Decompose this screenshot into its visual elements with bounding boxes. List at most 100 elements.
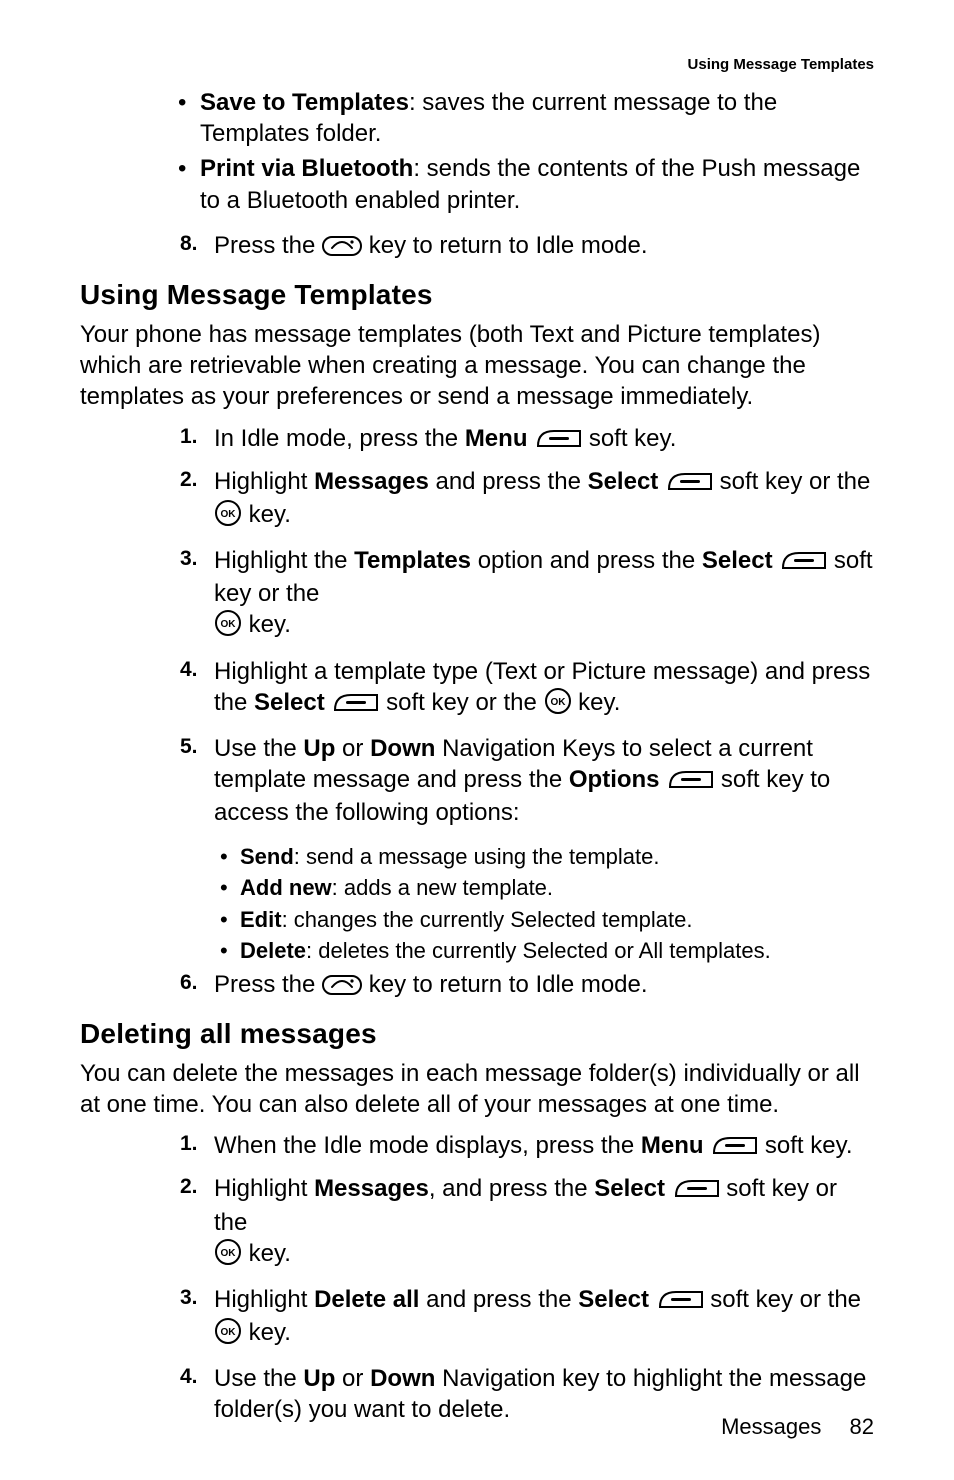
bold: Select	[702, 547, 773, 574]
text: Highlight the	[214, 547, 354, 574]
bullet-bold: Save to Templates	[200, 89, 409, 116]
step-1: When the Idle mode displays, press the M…	[180, 1130, 874, 1163]
text: Press the	[214, 971, 322, 998]
page-footer: Messages 82	[721, 1414, 874, 1440]
text: : adds a new template.	[332, 875, 553, 900]
bullet-save-to-templates: Save to Templates: saves the current mes…	[200, 87, 874, 149]
text: Highlight	[214, 1175, 314, 1202]
ok-key-icon	[214, 1317, 242, 1353]
page: Using Message Templates Save to Template…	[0, 0, 954, 1480]
bullet-bold: Print via Bluetooth	[200, 155, 413, 182]
text: : changes the currently Selected templat…	[282, 907, 693, 932]
bold: Delete all	[314, 1286, 419, 1313]
footer-chapter: Messages	[721, 1414, 821, 1439]
bold: Messages	[314, 468, 429, 495]
step-8: Press the key to return to Idle mode.	[180, 230, 874, 265]
text: key.	[572, 689, 621, 716]
bold: Select	[254, 689, 325, 716]
step-2: Highlight Messages, and press the Select…	[180, 1173, 874, 1274]
end-key-icon	[322, 970, 362, 1004]
deleting-steps: When the Idle mode displays, press the M…	[80, 1130, 874, 1426]
text: and press the	[429, 468, 588, 495]
softkey-icon	[665, 468, 713, 499]
step-3: Highlight the Templates option and press…	[180, 545, 874, 646]
ok-key-icon	[214, 1238, 242, 1274]
bold: Add new	[240, 875, 332, 900]
option-add-new: Add new: adds a new template.	[240, 874, 874, 902]
step-3: Highlight Delete all and press the Selec…	[180, 1284, 874, 1353]
bullet-print-via-bluetooth: Print via Bluetooth: sends the contents …	[200, 153, 874, 215]
text: key to return to Idle mode.	[369, 971, 648, 998]
text: key.	[242, 1240, 291, 1267]
text: , and press the	[429, 1175, 594, 1202]
text: soft key.	[758, 1132, 852, 1159]
top-bullets: Save to Templates: saves the current mes…	[80, 87, 874, 216]
section-intro-deleting: You can delete the messages in each mess…	[80, 1058, 874, 1120]
text: : send a message using the template.	[294, 844, 660, 869]
bold: Up	[303, 735, 335, 762]
ok-key-icon	[214, 609, 242, 645]
text: soft key.	[582, 425, 676, 452]
text: Use the	[214, 1365, 303, 1392]
bold: Templates	[354, 547, 471, 574]
end-key-icon	[322, 231, 362, 265]
text: and press the	[419, 1286, 578, 1313]
text: In Idle mode, press the	[214, 425, 465, 452]
text: When the Idle mode displays, press the	[214, 1132, 641, 1159]
step-2: Highlight Messages and press the Select …	[180, 466, 874, 535]
step-5-options: Send: send a message using the template.…	[80, 843, 874, 965]
bold: Select	[594, 1175, 665, 1202]
footer-page-number: 82	[850, 1414, 874, 1439]
text: soft key or the	[379, 689, 543, 716]
text: Press the	[214, 232, 322, 259]
bold: Menu	[641, 1132, 704, 1159]
bold: Select	[578, 1286, 649, 1313]
ok-key-icon	[544, 687, 572, 723]
bold: Down	[370, 1365, 435, 1392]
bold: Options	[569, 766, 660, 793]
softkey-icon	[779, 547, 827, 578]
bold: Select	[588, 468, 659, 495]
text: key to return to Idle mode.	[369, 232, 648, 259]
step-8-list: Press the key to return to Idle mode.	[80, 230, 874, 265]
ok-key-icon	[214, 499, 242, 535]
text: soft key or the	[704, 1286, 861, 1313]
text: soft key or the	[713, 468, 870, 495]
text: or	[335, 1365, 370, 1392]
softkey-icon	[656, 1286, 704, 1317]
softkey-icon	[331, 689, 379, 720]
step-6: Press the key to return to Idle mode.	[180, 969, 874, 1004]
section-title-templates: Using Message Templates	[80, 279, 874, 311]
bold: Up	[303, 1365, 335, 1392]
text: key.	[242, 501, 291, 528]
bold: Delete	[240, 938, 306, 963]
softkey-icon	[710, 1132, 758, 1163]
text: key.	[242, 611, 291, 638]
text: : deletes the currently Selected or All …	[306, 938, 771, 963]
softkey-icon	[672, 1175, 720, 1206]
templates-steps-6: Press the key to return to Idle mode.	[80, 969, 874, 1004]
step-1: In Idle mode, press the Menu soft key.	[180, 423, 874, 456]
softkey-icon	[534, 425, 582, 456]
section-title-deleting: Deleting all messages	[80, 1018, 874, 1050]
option-delete: Delete: deletes the currently Selected o…	[240, 937, 874, 965]
text: key.	[242, 1319, 291, 1346]
bold: Messages	[314, 1175, 429, 1202]
text: option and press the	[471, 547, 702, 574]
text: Highlight	[214, 468, 314, 495]
step-4: Highlight a template type (Text or Pictu…	[180, 656, 874, 723]
bold: Menu	[465, 425, 528, 452]
option-send: Send: send a message using the template.	[240, 843, 874, 871]
bold: Edit	[240, 907, 282, 932]
templates-steps: In Idle mode, press the Menu soft key. H…	[80, 423, 874, 829]
running-header: Using Message Templates	[80, 56, 874, 73]
option-edit: Edit: changes the currently Selected tem…	[240, 906, 874, 934]
section-intro-templates: Your phone has message templates (both T…	[80, 319, 874, 413]
text: Use the	[214, 735, 303, 762]
text: or	[335, 735, 370, 762]
step-5: Use the Up or Down Navigation Keys to se…	[180, 733, 874, 829]
bold: Down	[370, 735, 435, 762]
text: Highlight	[214, 1286, 314, 1313]
softkey-icon	[666, 766, 714, 797]
bold: Send	[240, 844, 294, 869]
